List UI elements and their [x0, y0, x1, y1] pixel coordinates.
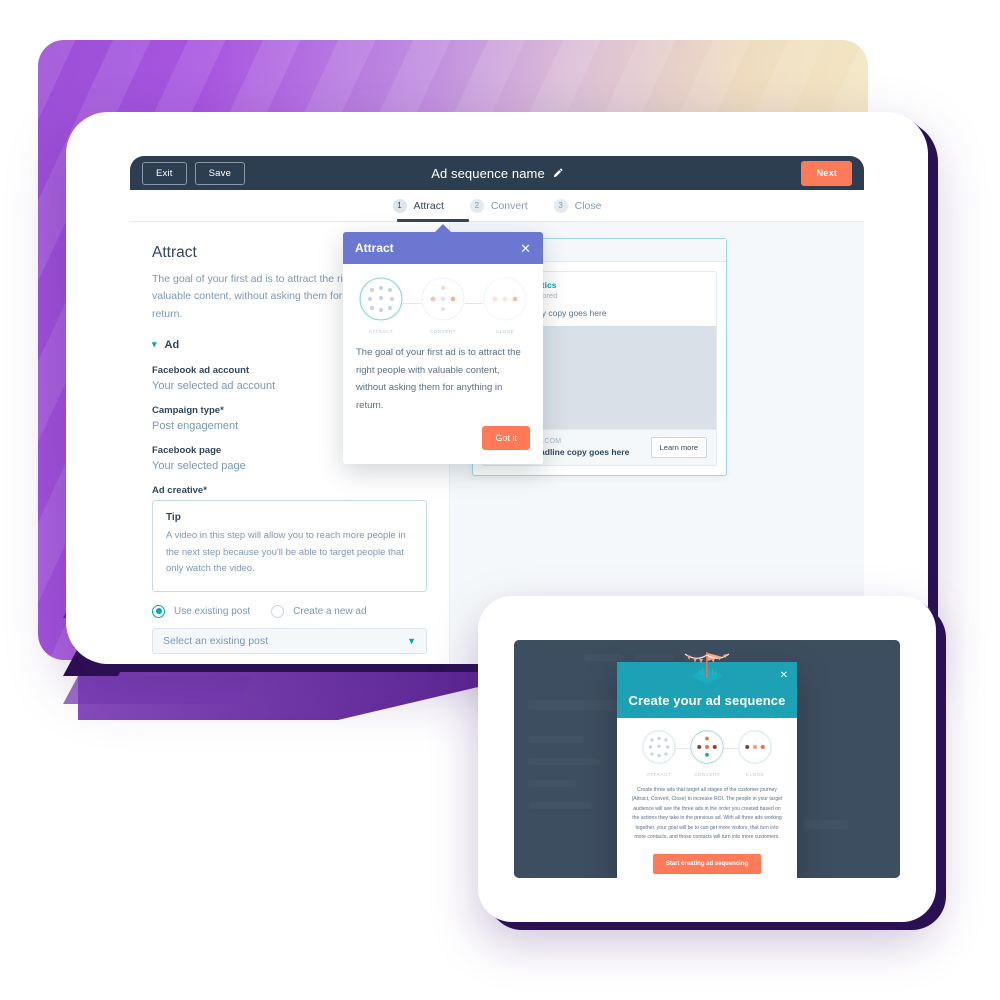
exit-button[interactable]: Exit — [142, 161, 187, 185]
funnel-stage-label: CLOSE — [745, 772, 765, 777]
step-number: 3 — [553, 198, 568, 213]
active-step-underline — [397, 219, 469, 222]
funnel-stage-close: CLOSE — [483, 277, 527, 334]
funnel-stage-attract: ATTRACT — [359, 277, 403, 334]
composition-stage: Exit Save Ad sequence name Next 1 Attrac… — [0, 0, 1000, 1000]
ad-creative-radio-group: Use existing post Create a new ad — [152, 604, 427, 618]
step-label: Attract — [413, 199, 444, 212]
chevron-down-icon: ▾ — [152, 339, 157, 350]
tab-convert[interactable]: 2 Convert — [469, 198, 528, 213]
funnel-connector — [676, 748, 690, 749]
close-icon[interactable]: ✕ — [520, 242, 531, 255]
funnel-connector — [724, 748, 738, 749]
next-button[interactable]: Next — [801, 160, 852, 186]
attract-circle-icon — [359, 277, 403, 321]
close-circle-icon — [738, 730, 772, 764]
funnel-stage-label: CONVERT — [429, 329, 457, 334]
start-creating-button[interactable]: Start creating ad sequencing — [652, 853, 762, 874]
tip-body: A video in this step will allow you to r… — [166, 529, 406, 575]
close-circle-icon — [483, 277, 527, 321]
popover-text: The goal of your first ad is to attract … — [356, 347, 521, 411]
funnel-stage-convert: CONVERT — [690, 730, 724, 777]
funnel-connector — [465, 303, 483, 304]
step-label: Convert — [490, 199, 528, 212]
radio-use-existing-post[interactable] — [152, 604, 165, 618]
funnel-diagram: ATTRACT CONVERT CLOSE — [356, 277, 530, 334]
convert-circle-icon — [421, 277, 465, 321]
app-header: Exit Save Ad sequence name Next — [130, 156, 864, 190]
radio-label: Create a new ad — [293, 605, 367, 617]
select-value: Select an existing post — [163, 634, 269, 647]
attract-tooltip-popover: Attract ✕ ATTRACT CONVERT CLOSE The goal… — [343, 224, 543, 465]
accordion-ad-label: Ad — [164, 338, 180, 351]
funnel-stage-label: ATTRACT — [646, 772, 672, 777]
funnel-connector — [403, 303, 421, 304]
modal-description: Create three ads that target all stages … — [631, 787, 783, 841]
tab-close[interactable]: 3 Close — [553, 198, 602, 213]
chevron-down-icon: ▼ — [407, 635, 416, 646]
ad-creative-label: Ad creative* — [152, 484, 207, 496]
funnel-stage-convert: CONVERT — [421, 277, 465, 334]
learn-more-button[interactable]: Learn more — [650, 437, 707, 458]
popover-footer: Got it — [343, 426, 543, 464]
convert-circle-icon — [690, 730, 724, 764]
attract-circle-icon — [642, 730, 676, 764]
funnel-diagram: ATTRACT CONVERT CLOSE — [631, 730, 783, 777]
tablet-device-small: Create your ad sequence ✕ ATTRACT CONVER… — [478, 596, 936, 922]
popover-arrow — [434, 224, 452, 233]
page-title-text: Ad sequence name — [431, 165, 545, 181]
funnel-stage-attract: ATTRACT — [642, 730, 676, 777]
modal-header: Create your ad sequence ✕ — [617, 652, 797, 718]
funnel-stage-close: CLOSE — [738, 730, 772, 777]
tablet-screen-small: Create your ad sequence ✕ ATTRACT CONVER… — [514, 640, 900, 878]
modal-title: Create your ad sequence — [628, 693, 786, 708]
tip-box: Tip A video in this step will allow you … — [152, 499, 427, 592]
tab-attract[interactable]: 1 Attract — [392, 198, 444, 213]
modal-body: ATTRACT CONVERT CLOSE Create three ads t… — [617, 718, 797, 878]
step-label: Close — [574, 199, 602, 212]
pencil-icon[interactable] — [552, 168, 563, 179]
funnel-stage-label: CLOSE — [495, 329, 515, 334]
tip-title: Tip — [166, 511, 181, 523]
popover-title: Attract — [355, 241, 394, 255]
bunting-flag-icon — [679, 646, 735, 695]
funnel-stage-label: ATTRACT — [368, 329, 394, 334]
radio-create-new-ad[interactable] — [271, 604, 285, 618]
step-number: 2 — [469, 198, 484, 213]
funnel-stage-label: CONVERT — [693, 772, 721, 777]
select-existing-post[interactable]: Select an existing post ▼ — [152, 627, 427, 654]
popover-header: Attract ✕ — [343, 232, 543, 264]
popover-body: ATTRACT CONVERT CLOSE The goal of your f… — [343, 264, 543, 426]
step-number: 1 — [392, 198, 407, 213]
radio-label: Use existing post — [174, 605, 251, 617]
got-it-button[interactable]: Got it — [482, 426, 530, 451]
close-icon[interactable]: ✕ — [780, 670, 788, 681]
onboarding-modal: Create your ad sequence ✕ ATTRACT CONVER… — [617, 652, 797, 878]
save-button[interactable]: Save — [194, 161, 246, 185]
step-indicator: 1 Attract 2 Convert 3 Close — [130, 190, 864, 222]
